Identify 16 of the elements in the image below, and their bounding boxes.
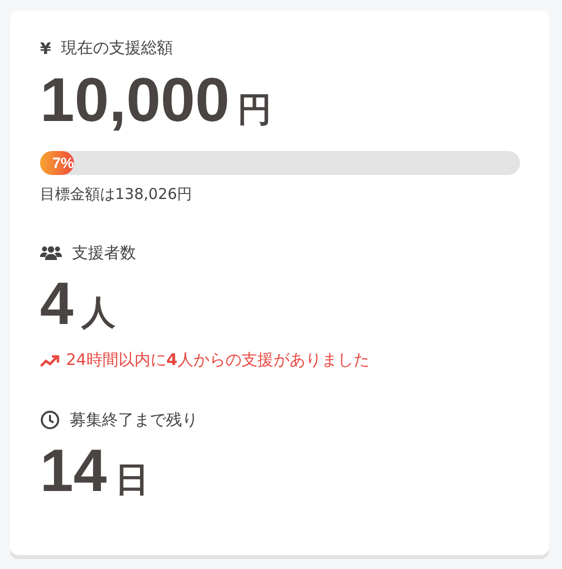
stat-unit: 日 — [114, 459, 149, 502]
people-icon — [40, 245, 62, 261]
stat-unit: 円 — [238, 89, 272, 132]
yen-icon: ¥ — [40, 38, 52, 58]
section-title: 募集終了まで残り — [70, 410, 198, 430]
trend-up-icon — [40, 354, 60, 368]
trend-text: 24時間以内に4人からの支援がありました — [66, 350, 370, 371]
clock-icon — [40, 410, 60, 430]
section-title: 現在の支援総額 — [61, 38, 174, 58]
stat-value: 14 — [40, 436, 107, 506]
stat-value: 10,000 — [40, 65, 230, 137]
stat-unit: 人 — [81, 292, 116, 335]
progress-label: 7% — [52, 154, 74, 172]
section-title: 支援者数 — [72, 242, 136, 264]
stat-value: 4 — [40, 269, 74, 339]
goal-text: 目標金額は138,026円 — [40, 185, 194, 204]
